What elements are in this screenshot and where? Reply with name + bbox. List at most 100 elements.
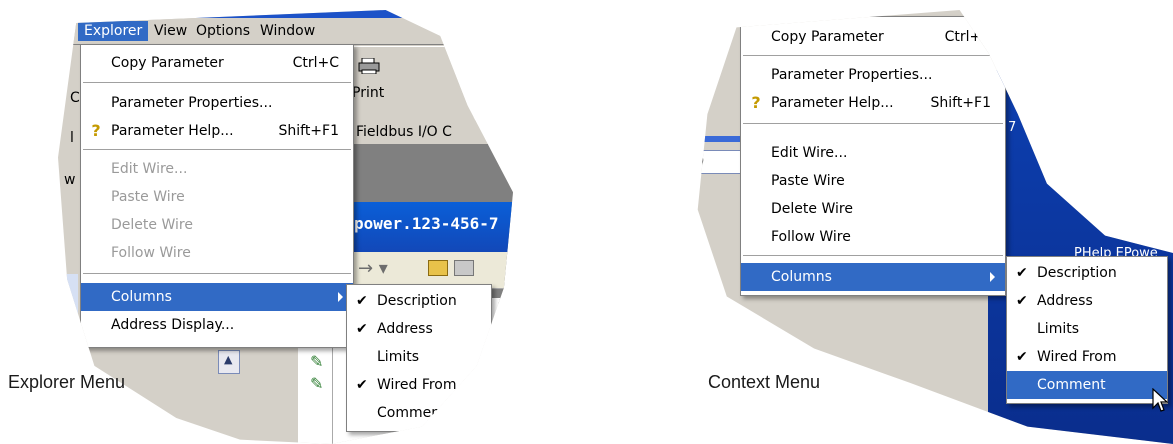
menu-item-follow-wire[interactable]: Follow Wire [741,223,1005,251]
checkmark-icon: ✔ [356,321,368,337]
submenu-item-wired-from[interactable]: ✔ Wired From [1007,343,1167,371]
columns-submenu: ✔ Description ✔ Address Limits ✔ Wired F… [346,284,492,432]
caption-explorer-menu: Explorer Menu [8,372,126,392]
menu-separator [743,123,1003,125]
forward-arrow-icon[interactable]: → ▾ [358,258,388,279]
help-icon: ? [751,93,761,112]
menu-item-label: Columns [111,289,172,305]
menu-item-label: Delete Wire [771,201,853,217]
scrollbar-up-button[interactable]: ▲ [218,350,240,374]
menu-separator [83,149,351,151]
checkmark-icon: ✔ [1016,265,1028,281]
submenu-item-label: Address [1037,293,1093,309]
folder-icon[interactable] [454,260,474,276]
menu-item-delete-wire[interactable]: Delete Wire [741,195,1005,223]
menu-item-label: Parameter Help... [111,123,234,139]
menu-item-label: Edit Wire... [111,161,188,177]
menu-options[interactable]: Options [190,21,256,41]
child-window-title: power.123-456-7 [350,202,513,252]
submenu-item-limits[interactable]: Limits [1007,315,1167,343]
pencil-icon: ✎ [310,374,324,393]
fieldbus-tab[interactable]: Fieldbus I/O C [350,120,513,145]
menu-separator [83,273,351,275]
menu-item-label: Delete Wire [111,217,193,233]
menu-view[interactable]: View [148,21,193,41]
printer-icon[interactable] [358,58,380,74]
background-text: 7 [1008,120,1017,135]
menu-item-follow-wire[interactable]: Follow Wire [81,239,353,267]
menu-item-label: Follow Wire [771,229,851,245]
checkmark-icon: ✔ [1016,349,1028,365]
submenu-item-wired-from[interactable]: ✔ Wired From [347,371,491,399]
field-value: 0) [691,153,705,168]
menu-item-parameter-properties[interactable]: Parameter Properties... [81,89,353,117]
menu-item-edit-wire[interactable]: Edit Wire... [81,155,353,183]
context-menu: Copy Parameter Ctrl+C Parameter Properti… [740,16,1006,296]
shortcut-label: Shift+F1 [278,123,339,139]
shortcut-label: Ctrl+C [292,55,339,71]
help-icon: ? [91,121,101,140]
chevron-down-icon: ▼ [1055,149,1063,160]
submenu-item-label: Limits [1037,321,1079,337]
menu-item-delete-wire[interactable]: Delete Wire [81,211,353,239]
submenu-item-address[interactable]: ✔ Address [1007,287,1167,315]
menu-item-paste-wire[interactable]: Paste Wire [81,183,353,211]
folder-up-icon[interactable] [428,260,448,276]
shortcut-label: Shift+F1 [930,95,991,111]
menu-item-label: Paste Wire [771,173,845,189]
menu-item-parameter-properties[interactable]: Parameter Properties... [741,61,1005,89]
checkmark-icon: ✔ [356,377,368,393]
menu-item-label: Parameter Help... [771,95,894,111]
pencil-icon: ✎ [310,352,324,371]
menu-separator [743,55,1003,57]
menu-item-label: Follow Wire [111,245,191,261]
submenu-item-limits[interactable]: Limits [347,343,491,371]
submenu-item-label: Wired From [377,377,457,393]
menu-explorer[interactable]: Explorer [78,21,149,41]
submenu-item-label: Comment [1037,377,1106,393]
menu-item-paste-wire[interactable]: Paste Wire [741,167,1005,195]
menu-item-address-display[interactable]: Address Display... [81,311,353,339]
menu-bar: Explorer View Options Window [58,18,513,45]
submenu-item-label: Wired From [1037,349,1117,365]
shortcut-label: Ctrl+C [944,29,991,45]
menu-item-copy-parameter[interactable]: Copy Parameter Ctrl+C [741,23,1005,51]
submenu-item-label: Address [377,321,433,337]
left-pane-strip [58,274,78,354]
background-text: w [64,172,76,188]
scrollbar-down-button[interactable]: ▼ [1050,146,1072,170]
submenu-item-comment[interactable]: Comment [347,399,491,427]
submenu-arrow-icon [990,272,995,282]
print-button-label[interactable]: Print [352,85,384,101]
menu-item-label: Address Display... [111,317,235,333]
menu-separator [83,82,351,84]
background-text: l [70,130,74,146]
menu-item-parameter-help[interactable]: ? Parameter Help... Shift+F1 [741,89,1005,117]
submenu-item-label: Description [1037,265,1117,281]
submenu-item-comment[interactable]: Comment [1007,371,1167,399]
menu-window[interactable]: Window [254,21,321,41]
menu-item-label: Edit Wire... [771,145,848,161]
menu-item-columns[interactable]: Columns [741,263,1005,291]
menu-item-parameter-help[interactable]: ? Parameter Help... Shift+F1 [81,117,353,145]
checkmark-icon: ✔ [1016,293,1028,309]
checkmark-icon: ✔ [356,293,368,309]
menu-item-edit-wire[interactable]: Edit Wire... [741,139,1005,167]
menu-item-label: Copy Parameter [771,29,884,45]
submenu-item-address[interactable]: ✔ Address [347,315,491,343]
columns-submenu: ✔ Description ✔ Address Limits ✔ Wired F… [1006,256,1168,404]
menu-item-label: Copy Parameter [111,55,224,71]
submenu-arrow-icon [338,292,343,302]
submenu-item-description[interactable]: ✔ Description [347,287,491,315]
submenu-item-description[interactable]: ✔ Description [1007,259,1167,287]
window-titlebar [58,10,513,18]
caption-context-menu: Context Menu [708,372,821,392]
mouse-cursor-icon [1152,388,1168,412]
menu-item-label: Parameter Properties... [111,95,273,111]
menu-item-copy-parameter[interactable]: Copy Parameter Ctrl+C [81,49,353,77]
menu-separator [743,255,1003,257]
menu-item-columns[interactable]: Columns [81,283,353,311]
explorer-screenshot-panel: Explorer View Options Window Print Field… [58,10,513,444]
menu-item-label: Columns [771,269,832,285]
submenu-item-label: Description [377,293,457,309]
